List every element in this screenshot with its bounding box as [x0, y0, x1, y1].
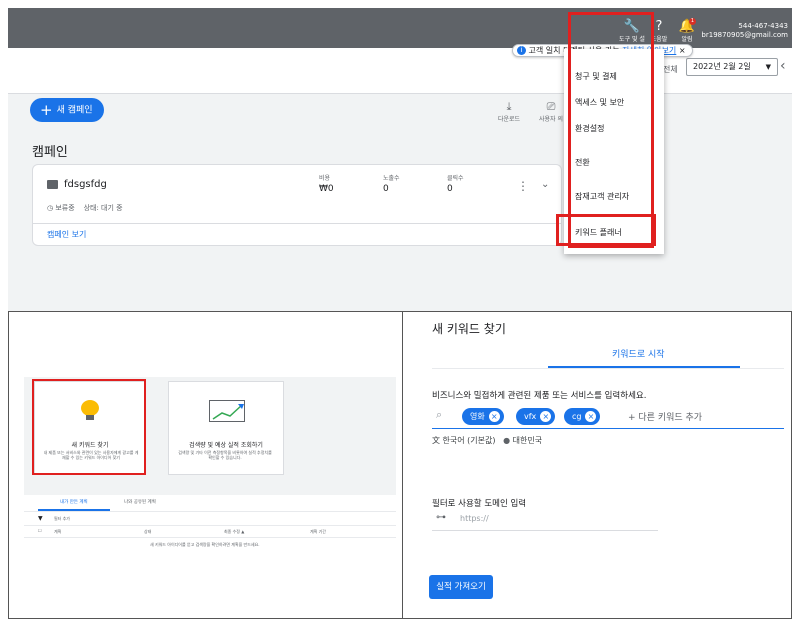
- location-pin-icon: ●: [503, 436, 511, 445]
- column-plan[interactable]: 계획: [54, 529, 61, 535]
- card-divider: [33, 223, 561, 224]
- account-info[interactable]: 544-467-4343 br19870905@gmail.com: [701, 22, 788, 40]
- prev-arrow-icon[interactable]: ‹: [780, 58, 786, 74]
- metric-clicks: 클릭수 0: [447, 175, 464, 194]
- select-all-checkbox[interactable]: ☐: [38, 528, 42, 533]
- filter-icon[interactable]: ▼: [38, 515, 43, 522]
- forecast-card-desc: 검색량 및 기타 이전 측정항목을 비롯하여 실적 추정치를 확인할 수 있습니…: [178, 450, 272, 460]
- new-campaign-button[interactable]: + 새 캠페인: [30, 98, 104, 122]
- language-selector[interactable]: 한국어 (기본값): [443, 436, 496, 445]
- campaigns-title: 캠페인: [32, 145, 68, 160]
- campaign-card: fdsgsfdg ◷ 보류중 상태: 대기 중 비용 ₩0 노출수 0 클릭수 …: [32, 164, 562, 246]
- empty-state-text: 새 키워드 아이디어를 얻고 검색량을 확인하려면 계획을 만드세요.: [150, 542, 260, 547]
- forecast-card-title: 검색량 및 예상 실적 조회하기: [189, 442, 263, 449]
- keywords-input[interactable]: ⌕ 영화 × vfx × cg × + 다른 키워드 추가: [432, 405, 784, 429]
- paused-icon: ◷: [47, 204, 54, 212]
- date-range-select[interactable]: 2022년 2월 2일 ▼: [686, 58, 778, 76]
- get-results-button[interactable]: 실적 가져오기: [429, 575, 493, 599]
- view-campaign-link[interactable]: 캠페인 보기: [47, 229, 86, 240]
- filter-label[interactable]: 필터 추가: [54, 516, 70, 522]
- plus-icon: +: [40, 101, 53, 119]
- link-icon: ⊶: [436, 512, 446, 523]
- download-button[interactable]: ⤓ 다운로드: [494, 100, 524, 123]
- notification-badge: 1: [689, 18, 696, 25]
- caret-down-icon: ▼: [765, 63, 771, 71]
- translate-icon: 文: [432, 436, 440, 445]
- download-icon: ⤓: [506, 100, 512, 113]
- location-selector[interactable]: 대한민국: [513, 436, 542, 445]
- account-phone: 544-467-4343: [738, 22, 788, 30]
- google-ads-campaigns-panel: 🔧 도구 및 설 ? 도움말 🔔 1 알림 544-467-4343 br198…: [8, 8, 792, 311]
- campaign-status: ◷ 보류중 상태: 대기 중: [47, 204, 123, 212]
- tab-my-plans[interactable]: 내가 만든 계획: [60, 499, 88, 505]
- column-plan-period[interactable]: 계획 기간: [310, 529, 326, 535]
- forecast-chart-icon: [209, 400, 245, 422]
- info-icon: i: [517, 46, 526, 55]
- new-keywords-form: 새 키워드 찾기 키워드로 시작 비즈니스와 밀접하게 관련된 제품 또는 서비…: [402, 311, 792, 619]
- active-tab-indicator: [548, 366, 740, 368]
- remove-chip-icon[interactable]: ×: [540, 411, 552, 422]
- keyword-planner-overview: 새 키워드 찾기 내 제품 또는 서비스와 관련이 있는 사용자에게 광고를 게…: [8, 311, 402, 619]
- tab-start-with-keywords[interactable]: 키워드로 시작: [612, 347, 665, 360]
- highlight-box-keyword-planner: [556, 214, 656, 246]
- metric-cost: 비용 ₩0: [319, 175, 334, 194]
- highlight-box-tools: [568, 12, 654, 248]
- domain-input[interactable]: ⊶ https://: [432, 509, 658, 531]
- notifications-button[interactable]: 🔔 1 알림: [672, 18, 702, 43]
- feedback-button[interactable]: ⎚ 사용자 의: [536, 100, 566, 123]
- range-label: 전체: [663, 65, 678, 74]
- chevron-down-icon[interactable]: ⌄: [541, 179, 549, 190]
- keywords-placeholder: + 다른 키워드 추가: [628, 413, 703, 423]
- metric-impressions: 노출수 0: [383, 175, 400, 194]
- search-icon: ⌕: [436, 408, 443, 421]
- form-title: 새 키워드 찾기: [432, 322, 506, 336]
- close-icon[interactable]: ×: [679, 46, 686, 55]
- tab-shared-plans[interactable]: 나와 공유된 계획: [124, 499, 156, 505]
- targeting-row: 文 한국어 (기본값) ● 대한민국: [432, 435, 542, 446]
- column-status[interactable]: 상태: [144, 529, 151, 535]
- column-last-modified[interactable]: 최종 수정 ▲: [224, 529, 244, 535]
- keyword-chip[interactable]: 영화 ×: [462, 408, 504, 425]
- domain-label: 필터로 사용할 도메인 입력: [432, 499, 527, 509]
- forecast-card[interactable]: 검색량 및 예상 실적 조회하기 검색량 및 기타 이전 측정항목을 비롯하여 …: [168, 381, 284, 475]
- plans-table: 내가 만든 계획 나와 공유된 계획 ▼ 필터 추가 ☐ 계획 상태 최종 수정…: [24, 495, 396, 555]
- top-toolbar: 🔧 도구 및 설 ? 도움말 🔔 1 알림 544-467-4343 br198…: [8, 8, 792, 48]
- more-vert-icon[interactable]: ⋮: [517, 179, 529, 193]
- campaign-name[interactable]: fdsgsfdg: [47, 179, 107, 190]
- highlight-box-new-keywords: [32, 379, 146, 475]
- account-email: br19870905@gmail.com: [701, 31, 788, 39]
- feedback-icon: ⎚: [546, 100, 556, 113]
- campaign-icon: [47, 179, 58, 189]
- remove-chip-icon[interactable]: ×: [488, 411, 500, 422]
- bell-icon: 🔔: [678, 19, 696, 34]
- keyword-chip[interactable]: vfx ×: [516, 408, 556, 425]
- keywords-prompt: 비즈니스와 밀접하게 관련된 제품 또는 서비스를 입력하세요.: [432, 391, 647, 401]
- remove-chip-icon[interactable]: ×: [585, 411, 597, 422]
- keyword-chip[interactable]: cg ×: [564, 408, 601, 425]
